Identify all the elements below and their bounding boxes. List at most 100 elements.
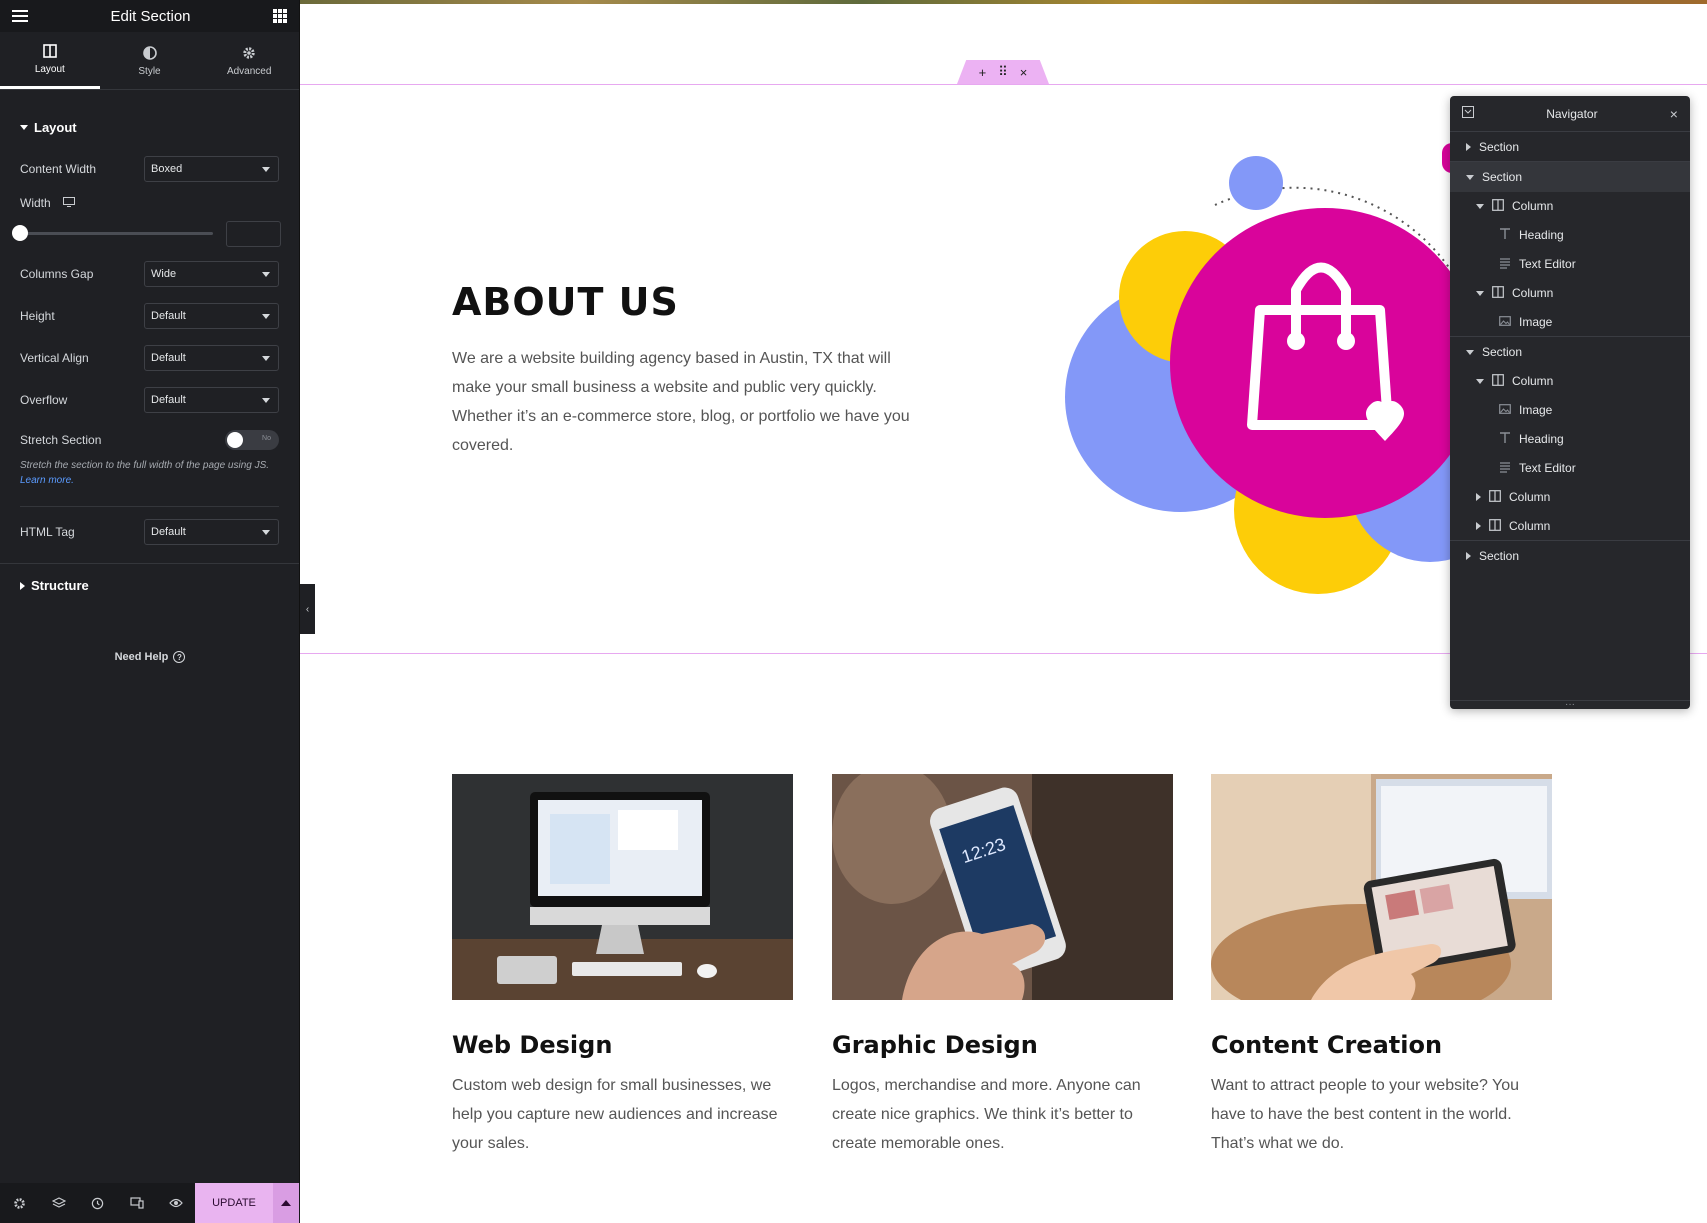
navigator-item-column[interactable]: Column [1450, 191, 1690, 221]
close-icon[interactable]: × [1020, 65, 1028, 80]
layers-icon[interactable] [39, 1183, 78, 1223]
navigator-item-image[interactable]: Image [1450, 307, 1690, 337]
shopping-bag-illustration[interactable] [1040, 145, 1460, 605]
close-icon[interactable]: × [1670, 106, 1678, 122]
preview-eye-icon[interactable] [156, 1183, 195, 1223]
card-title[interactable]: Web Design [452, 1031, 612, 1059]
navigator-item-label: Heading [1519, 228, 1564, 242]
divider [20, 506, 279, 507]
drag-handle-icon[interactable]: ⠿ [998, 64, 1008, 80]
navigator-item-heading[interactable]: Heading [1450, 424, 1690, 454]
column-icon [1492, 198, 1504, 214]
chevron-up-icon [281, 1200, 291, 1206]
settings-icon[interactable] [0, 1183, 39, 1223]
chevron-down-icon [262, 166, 270, 172]
height-select[interactable]: Default [144, 303, 279, 329]
caret-down-icon[interactable] [1466, 174, 1474, 180]
navigator-item-column[interactable]: Column [1450, 482, 1690, 512]
content-width-select[interactable]: Boxed [144, 156, 279, 182]
toggle-knob [227, 432, 243, 448]
caret-down-icon[interactable] [1476, 290, 1484, 296]
columns-gap-select[interactable]: Wide [144, 261, 279, 287]
tab-advanced[interactable]: Advanced [199, 32, 299, 89]
content-width-value: Boxed [151, 163, 183, 175]
navigator-item-section[interactable]: Section [1450, 337, 1690, 367]
structure-section-toggle[interactable]: Structure [0, 578, 109, 593]
content-creation-image[interactable] [1211, 774, 1552, 1024]
collapse-all-icon[interactable] [1462, 106, 1474, 121]
caret-right-icon[interactable] [1476, 493, 1481, 501]
navigator-item-column[interactable]: Column [1450, 366, 1690, 396]
previous-section-image-edge [300, 0, 1707, 4]
width-slider-handle[interactable] [12, 225, 28, 241]
learn-more-link[interactable]: Learn more. [20, 475, 74, 486]
column-icon [1492, 373, 1504, 389]
chevron-down-icon [262, 529, 270, 535]
overflow-label: Overflow [20, 393, 68, 407]
navigator-item-section[interactable]: Section [1450, 162, 1690, 192]
caret-down-icon[interactable] [1476, 203, 1484, 209]
need-help-link[interactable]: Need Help ? [0, 651, 300, 663]
column-icon [1492, 285, 1504, 301]
card-text[interactable]: Want to attract people to your website? … [1211, 1071, 1541, 1158]
vertical-align-label: Vertical Align [20, 351, 89, 365]
resize-handle-icon[interactable]: ··· [1450, 700, 1690, 710]
tab-layout[interactable]: Layout [0, 32, 100, 89]
about-heading[interactable]: ABOUT US [452, 280, 679, 324]
history-icon[interactable] [78, 1183, 117, 1223]
card-title[interactable]: Content Creation [1211, 1031, 1442, 1059]
navigator-item-text-editor[interactable]: Text Editor [1450, 249, 1690, 279]
caret-right-icon[interactable] [1466, 143, 1471, 151]
heading-icon [1499, 431, 1511, 447]
navigator-title: Navigator [1546, 106, 1598, 121]
service-card: Content Creation Want to attract people … [1211, 774, 1552, 1152]
overflow-select[interactable]: Default [144, 387, 279, 413]
navigator-item-label: Section [1479, 549, 1520, 563]
html-tag-label: HTML Tag [20, 525, 75, 539]
add-icon[interactable]: + [979, 65, 987, 80]
question-icon: ? [173, 651, 186, 663]
navigator-item-label: Image [1519, 315, 1553, 329]
card-text[interactable]: Custom web design for small businesses, … [452, 1071, 782, 1158]
navigator-item-image[interactable]: Image [1450, 395, 1690, 425]
columns-gap-value: Wide [151, 268, 177, 280]
vertical-align-select[interactable]: Default [144, 345, 279, 371]
stretch-section-control: Stretch Section No [20, 430, 279, 450]
width-slider-track[interactable] [20, 232, 213, 235]
widgets-grid-icon[interactable] [272, 9, 287, 23]
html-tag-select[interactable]: Default [144, 519, 279, 545]
bag-handle-dot-right [1337, 332, 1355, 350]
update-options-button[interactable] [273, 1183, 299, 1223]
graphic-design-image[interactable]: 12:23 [832, 764, 1173, 1000]
stretch-section-toggle[interactable]: No [225, 430, 279, 450]
tab-style[interactable]: Style [100, 32, 200, 89]
chevron-down-icon [262, 271, 270, 277]
navigator-item-heading[interactable]: Heading [1450, 220, 1690, 250]
html-tag-control: HTML Tag Default [20, 519, 279, 545]
menu-icon[interactable] [12, 10, 28, 22]
width-number-input[interactable] [226, 221, 281, 247]
text-editor-icon [1499, 257, 1511, 272]
divider [0, 563, 299, 564]
navigator-item-text-editor[interactable]: Text Editor [1450, 453, 1690, 483]
caret-right-icon[interactable] [1476, 522, 1481, 530]
navigator-item-column[interactable]: Column [1450, 511, 1690, 541]
web-design-image[interactable] [452, 774, 793, 1000]
stretch-section-label: Stretch Section [20, 433, 102, 447]
caret-down-icon[interactable] [1466, 349, 1474, 355]
content-width-label: Content Width [20, 162, 97, 176]
update-button[interactable]: UPDATE [195, 1183, 273, 1223]
card-text[interactable]: Logos, merchandise and more. Anyone can … [832, 1071, 1162, 1158]
responsive-icon[interactable] [117, 1183, 156, 1223]
caret-right-icon[interactable] [1466, 552, 1471, 560]
navigator-item-label: Text Editor [1519, 257, 1576, 271]
navigator-item-section[interactable]: Section [1450, 132, 1690, 162]
navigator-item-column[interactable]: Column [1450, 278, 1690, 308]
about-text[interactable]: We are a website building agency based i… [452, 344, 922, 460]
desktop-icon[interactable] [62, 196, 75, 210]
navigator-item-label: Section [1479, 140, 1520, 154]
layout-section-toggle[interactable]: Layout [0, 120, 97, 135]
caret-down-icon[interactable] [1476, 378, 1484, 384]
card-title[interactable]: Graphic Design [832, 1031, 1038, 1059]
navigator-item-section[interactable]: Section [1450, 541, 1690, 571]
